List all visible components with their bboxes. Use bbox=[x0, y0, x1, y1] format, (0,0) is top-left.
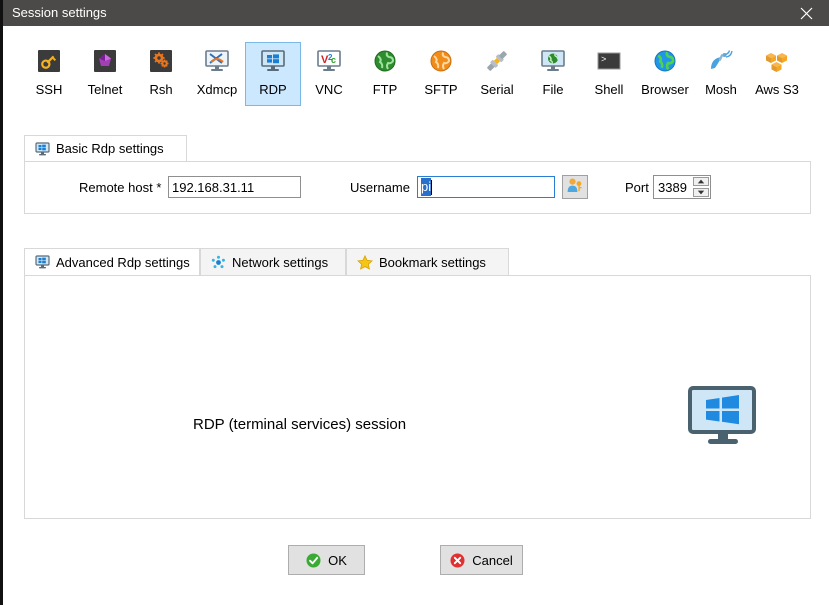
protocol-tile-ssh[interactable]: SSH bbox=[21, 42, 77, 106]
terminal-icon: > bbox=[593, 45, 625, 77]
windows-monitor-icon bbox=[257, 45, 289, 77]
red-x-icon bbox=[450, 553, 465, 568]
vnc-monitor-icon: V 2 c bbox=[313, 45, 345, 77]
close-icon bbox=[800, 7, 813, 20]
tab-label: Advanced Rdp settings bbox=[56, 254, 190, 270]
port-spin-arrows bbox=[691, 176, 710, 198]
protocol-tile-serial[interactable]: Serial bbox=[469, 42, 525, 106]
x-monitor-icon bbox=[201, 45, 233, 77]
protocol-label: Mosh bbox=[705, 82, 737, 97]
key-icon bbox=[33, 45, 65, 77]
protocol-tile-browser[interactable]: Browser bbox=[637, 42, 693, 106]
tab-label: Network settings bbox=[232, 254, 329, 270]
basic-settings-tabstrip: Basic Rdp settings bbox=[24, 135, 811, 161]
protocol-label: SFTP bbox=[424, 82, 458, 97]
port-label: Port bbox=[625, 180, 649, 195]
advanced-tabstrip: Advanced Rdp settings Network settings B… bbox=[24, 248, 811, 275]
protocol-tile-mosh[interactable]: Mosh bbox=[693, 42, 749, 106]
protocol-label: File bbox=[542, 82, 564, 97]
protocol-label: SSH bbox=[35, 82, 63, 97]
protocol-label: FTP bbox=[372, 82, 398, 97]
port-stepper[interactable]: 3389 bbox=[653, 175, 711, 199]
svg-text:>: > bbox=[601, 55, 606, 65]
username-input[interactable]: pi bbox=[417, 176, 555, 198]
tab-basic-rdp-settings[interactable]: Basic Rdp settings bbox=[24, 135, 187, 161]
orange-globe-icon bbox=[425, 45, 457, 77]
port-spin-up[interactable] bbox=[693, 177, 709, 186]
port-value[interactable]: 3389 bbox=[654, 176, 691, 198]
close-button[interactable] bbox=[783, 0, 829, 26]
ok-button[interactable]: OK bbox=[288, 545, 365, 575]
cancel-button[interactable]: Cancel bbox=[440, 545, 523, 575]
protocol-label: Rsh bbox=[149, 82, 173, 97]
credentials-button[interactable] bbox=[562, 175, 588, 199]
star-icon bbox=[357, 254, 373, 270]
remote-host-input[interactable] bbox=[168, 176, 301, 198]
protocol-toolbar: SSH Telnet Rsh Xdmcp RDP V 2 c VNC FTP S… bbox=[3, 26, 829, 118]
tab-advanced-rdp-settings[interactable]: Advanced Rdp settings bbox=[24, 248, 200, 275]
protocol-tile-rdp[interactable]: RDP bbox=[245, 42, 301, 106]
tab-label: Bookmark settings bbox=[379, 254, 486, 270]
serial-plug-icon bbox=[481, 45, 513, 77]
monitor-icon bbox=[35, 141, 50, 156]
cancel-label: Cancel bbox=[472, 552, 513, 568]
port-spin-down[interactable] bbox=[693, 188, 709, 197]
protocol-label: Aws S3 bbox=[755, 82, 799, 97]
protocol-tile-file[interactable]: File bbox=[525, 42, 581, 106]
basic-settings-panel: Remote host * Username pi Port 3389 bbox=[24, 161, 811, 214]
advanced-settings-panel: RDP (terminal services) session bbox=[24, 275, 811, 519]
ok-label: OK bbox=[328, 552, 347, 568]
satellite-dish-icon bbox=[705, 45, 737, 77]
protocol-label: RDP bbox=[259, 82, 287, 97]
svg-text:c: c bbox=[331, 55, 336, 65]
green-check-icon bbox=[306, 553, 321, 568]
chevron-up-icon bbox=[697, 179, 705, 184]
protocol-label: Browser bbox=[641, 82, 689, 97]
protocol-label: Xdmcp bbox=[196, 82, 238, 97]
protocol-label: Shell bbox=[594, 82, 624, 97]
protocol-label: Telnet bbox=[87, 82, 123, 97]
user-key-icon bbox=[566, 177, 584, 197]
protocol-tile-rsh[interactable]: Rsh bbox=[133, 42, 189, 106]
aws-cubes-icon bbox=[761, 45, 793, 77]
session-description: RDP (terminal services) session bbox=[193, 416, 407, 433]
tab-network-settings[interactable]: Network settings bbox=[200, 248, 346, 275]
purple-gem-icon bbox=[89, 45, 121, 77]
protocol-label: VNC bbox=[315, 82, 343, 97]
text-caret bbox=[431, 179, 433, 195]
green-globe-icon bbox=[369, 45, 401, 77]
protocol-tile-ftp[interactable]: FTP bbox=[357, 42, 413, 106]
network-dots-icon bbox=[211, 255, 226, 270]
remote-host-label: Remote host * bbox=[79, 180, 162, 195]
username-label: Username bbox=[350, 180, 410, 195]
username-selected-text: pi bbox=[421, 178, 432, 196]
tab-label: Basic Rdp settings bbox=[56, 141, 164, 156]
session-settings-dialog: SSH Telnet Rsh Xdmcp RDP V 2 c VNC FTP S… bbox=[3, 26, 829, 605]
protocol-tile-shell[interactable]: > Shell bbox=[581, 42, 637, 106]
protocol-tile-telnet[interactable]: Telnet bbox=[77, 42, 133, 106]
orange-gears-icon bbox=[145, 45, 177, 77]
globe-monitor-icon bbox=[537, 45, 569, 77]
protocol-tile-vnc[interactable]: V 2 c VNC bbox=[301, 42, 357, 106]
window-title: Session settings bbox=[12, 5, 107, 20]
protocol-tile-sftp[interactable]: SFTP bbox=[413, 42, 469, 106]
protocol-tile-xdmcp[interactable]: Xdmcp bbox=[189, 42, 245, 106]
blue-globe-icon bbox=[649, 45, 681, 77]
tab-bookmark-settings[interactable]: Bookmark settings bbox=[346, 248, 509, 275]
chevron-down-icon bbox=[697, 190, 705, 195]
protocol-label: Serial bbox=[480, 82, 514, 97]
windows-monitor-large-icon bbox=[688, 386, 760, 448]
protocol-tile-aws-s3[interactable]: Aws S3 bbox=[749, 42, 805, 106]
title-bar: Session settings bbox=[3, 0, 829, 26]
monitor-icon bbox=[35, 255, 50, 269]
